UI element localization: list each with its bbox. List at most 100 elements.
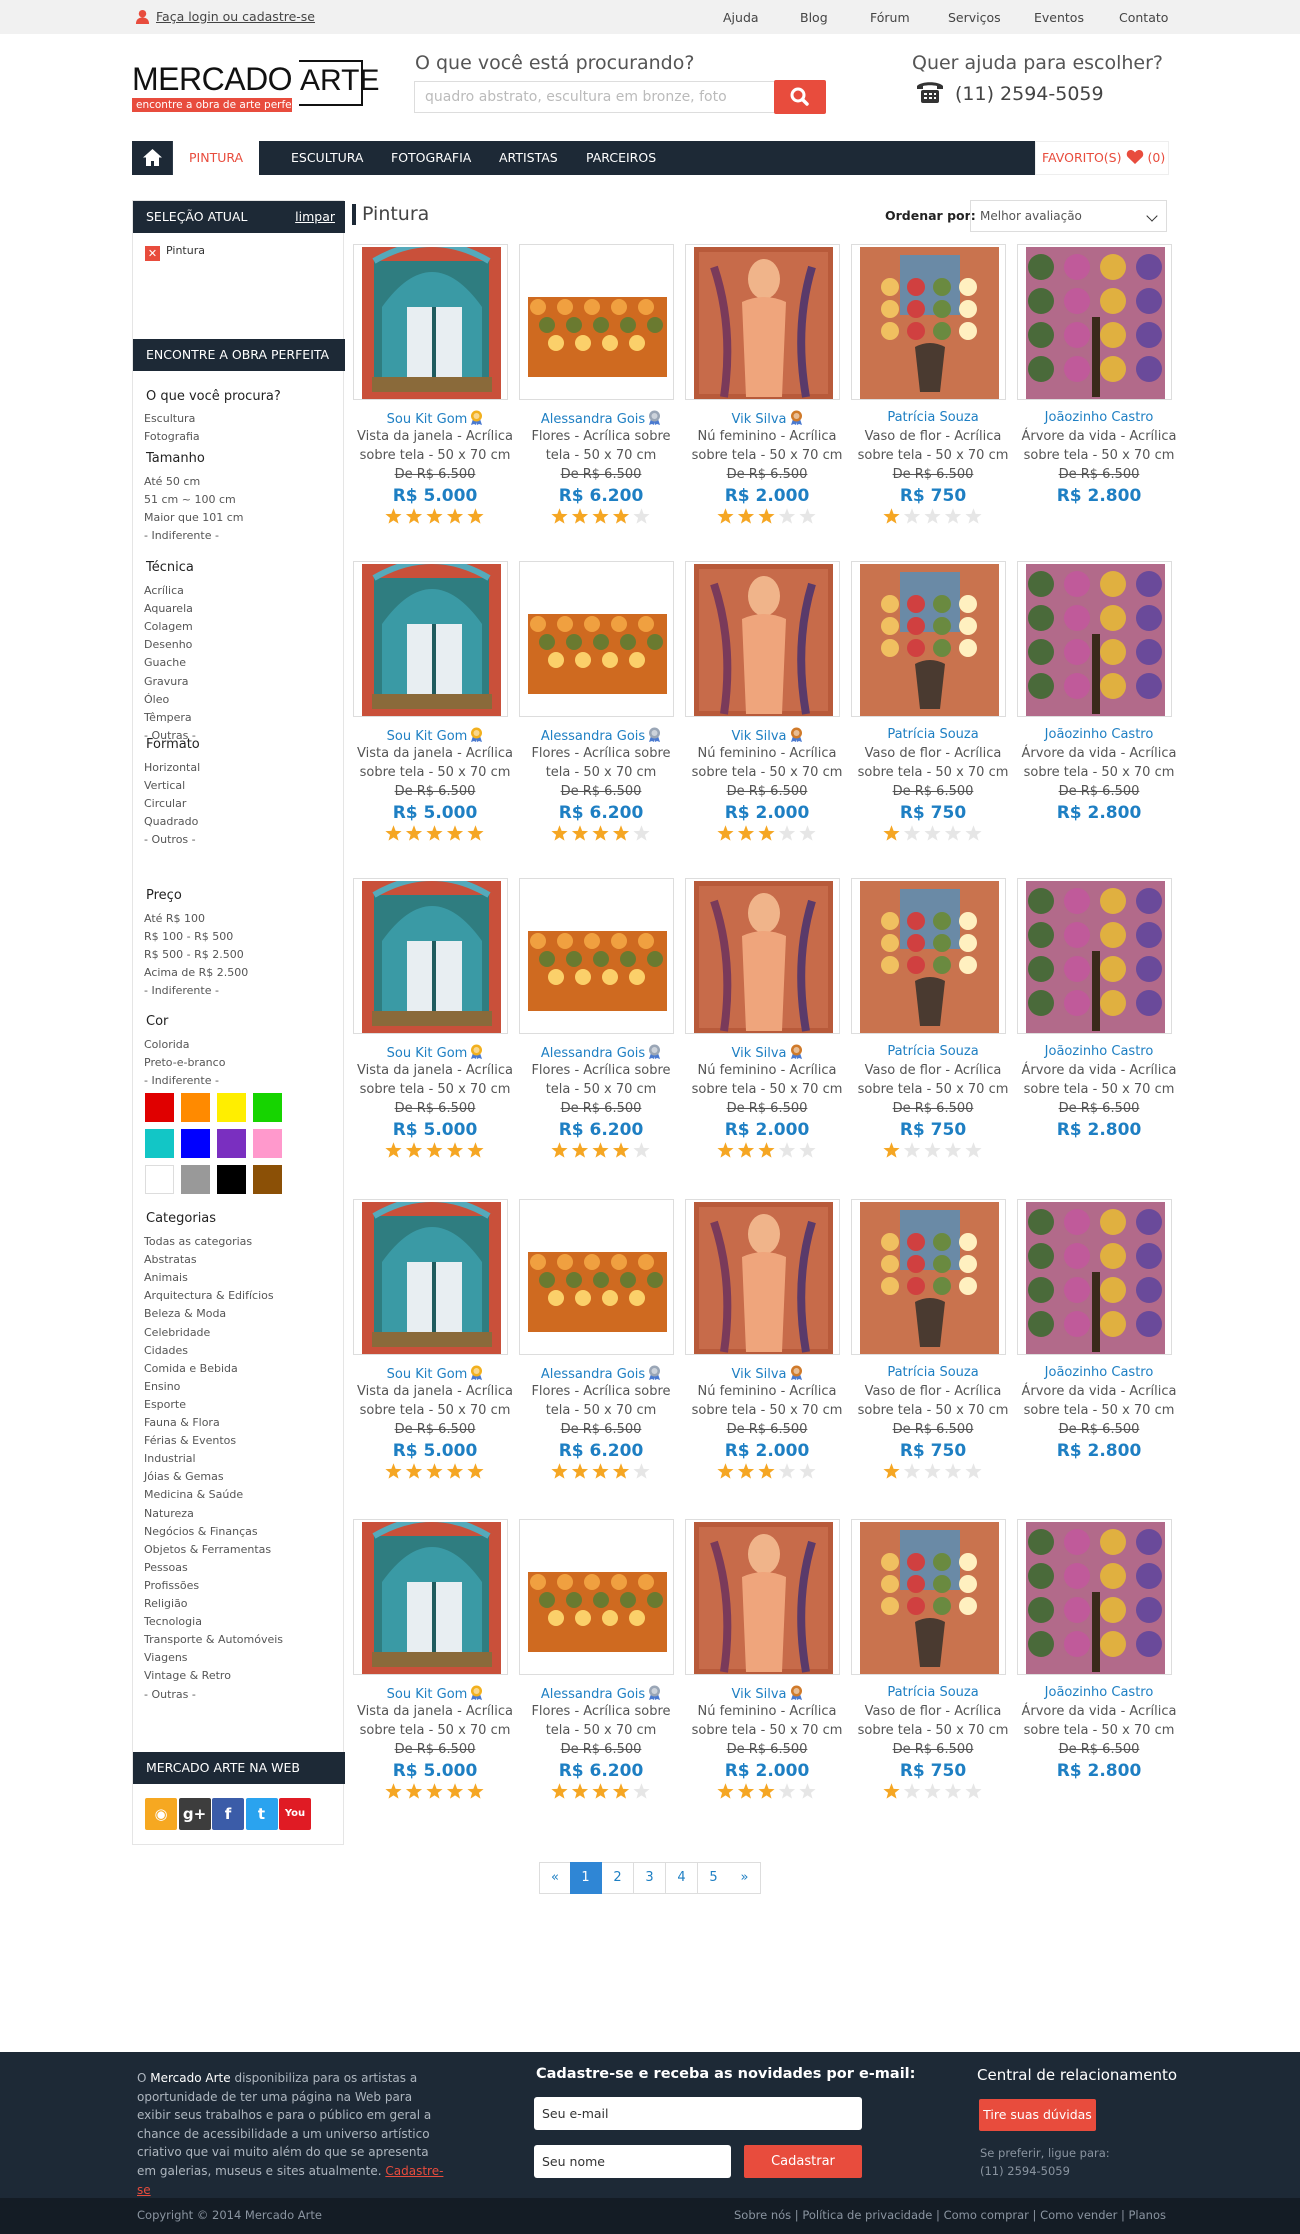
filter-option-transporte-automoveis[interactable]: Transporte & Automóveis: [144, 1633, 283, 1646]
artwork-title-line2[interactable]: sobre tela - 50 x 70 cm: [850, 765, 1016, 780]
color-swatch[interactable]: [217, 1093, 246, 1122]
artwork-title-line1[interactable]: Nú feminino - Acrílica: [684, 1704, 850, 1719]
artwork-title-line2[interactable]: sobre tela - 50 x 70 cm: [352, 1403, 518, 1418]
artist-name[interactable]: Joãozinho Castro: [1016, 1044, 1182, 1059]
filter-option-abstratas[interactable]: Abstratas: [144, 1253, 197, 1266]
artwork-image[interactable]: [362, 564, 501, 716]
artwork-title-line1[interactable]: Vista da janela - Acrílica: [352, 429, 518, 444]
artist-link[interactable]: Patrícia Souza: [887, 1685, 978, 1700]
nav-item-artistas[interactable]: ARTISTAS: [483, 141, 574, 175]
artwork-title-line1[interactable]: Nú feminino - Acrílica: [684, 1384, 850, 1399]
filter-option-profissoes[interactable]: Profissões: [144, 1579, 199, 1592]
artwork-image[interactable]: [528, 1522, 667, 1674]
artwork-title-line1[interactable]: Vaso de flor - Acrílica: [850, 1384, 1016, 1399]
selected-filter[interactable]: ✕ Pintura: [145, 244, 205, 261]
filter-option-celebridade[interactable]: Celebridade: [144, 1326, 210, 1339]
artist-name[interactable]: Patrícia Souza: [850, 410, 1016, 425]
artwork-frame[interactable]: [519, 878, 674, 1034]
artwork-frame[interactable]: [851, 561, 1006, 717]
filter-option-indiferente[interactable]: - Indiferente -: [144, 1074, 219, 1087]
filter-option-esporte[interactable]: Esporte: [144, 1398, 186, 1411]
filter-option-colagem[interactable]: Colagem: [144, 620, 193, 633]
artwork-title-line1[interactable]: Vista da janela - Acrílica: [352, 1063, 518, 1078]
artist-link[interactable]: Joãozinho Castro: [1045, 1044, 1154, 1059]
artist-name[interactable]: Vik Silva: [684, 1044, 850, 1061]
artwork-title-line1[interactable]: Vista da janela - Acrílica: [352, 1384, 518, 1399]
artist-link[interactable]: Vik Silva: [731, 1367, 786, 1382]
filter-option-acima-de-r-2-500[interactable]: Acima de R$ 2.500: [144, 966, 248, 979]
artist-name[interactable]: Joãozinho Castro: [1016, 727, 1182, 742]
artwork-title-line1[interactable]: Árvore da vida - Acrílica: [1016, 429, 1182, 444]
footer-link-como-vender[interactable]: Como vender: [1040, 2208, 1117, 2222]
filter-option-beleza-moda[interactable]: Beleza & Moda: [144, 1307, 226, 1320]
artwork-frame[interactable]: [851, 878, 1006, 1034]
artist-link[interactable]: Vik Silva: [731, 412, 786, 427]
filter-option-pessoas[interactable]: Pessoas: [144, 1561, 188, 1574]
top-link-contato[interactable]: Contato: [1119, 10, 1168, 25]
facebook-icon[interactable]: f: [212, 1798, 244, 1830]
artwork-title-line1[interactable]: Vaso de flor - Acrílica: [850, 746, 1016, 761]
filter-option-guache[interactable]: Guache: [144, 656, 186, 669]
artwork-frame[interactable]: [1017, 244, 1172, 400]
artwork-frame[interactable]: [1017, 878, 1172, 1034]
artist-name[interactable]: Alessandra Gois: [518, 1365, 684, 1382]
filter-option-acrilica[interactable]: Acrílica: [144, 584, 184, 597]
filter-option-ferias-eventos[interactable]: Férias & Eventos: [144, 1434, 236, 1447]
filter-option-r-500-r-2-500[interactable]: R$ 500 - R$ 2.500: [144, 948, 244, 961]
filter-option-51-cm-100-cm[interactable]: 51 cm ~ 100 cm: [144, 493, 236, 506]
artwork-image[interactable]: [860, 1202, 999, 1354]
artist-name[interactable]: Patrícia Souza: [850, 1044, 1016, 1059]
filter-option-gravura[interactable]: Gravura: [144, 675, 189, 688]
google-plus-icon[interactable]: g+: [178, 1798, 211, 1830]
filter-option-objetos-ferramentas[interactable]: Objetos & Ferramentas: [144, 1543, 271, 1556]
filter-option-industrial[interactable]: Industrial: [144, 1452, 196, 1465]
footer-link-planos[interactable]: Planos: [1129, 2208, 1167, 2222]
artwork-image[interactable]: [694, 1522, 833, 1674]
artwork-title-line2[interactable]: sobre tela - 50 x 70 cm: [352, 448, 518, 463]
artist-name[interactable]: Patrícia Souza: [850, 727, 1016, 742]
top-link-ajuda[interactable]: Ajuda: [723, 10, 759, 25]
page-button-next[interactable]: »: [729, 1862, 761, 1894]
artist-name[interactable]: Alessandra Gois: [518, 727, 684, 744]
artist-link[interactable]: Alessandra Gois: [541, 1367, 645, 1382]
filter-option-viagens[interactable]: Viagens: [144, 1651, 188, 1664]
nav-home[interactable]: [132, 141, 173, 175]
artwork-frame[interactable]: [519, 244, 674, 400]
artist-link[interactable]: Alessandra Gois: [541, 729, 645, 744]
artwork-frame[interactable]: [685, 244, 840, 400]
filter-option-tecnologia[interactable]: Tecnologia: [144, 1615, 202, 1628]
artwork-title-line2[interactable]: sobre tela - 50 x 70 cm: [684, 1403, 850, 1418]
artwork-image[interactable]: [694, 247, 833, 399]
artist-name[interactable]: Patrícia Souza: [850, 1365, 1016, 1380]
filter-option-horizontal[interactable]: Horizontal: [144, 761, 200, 774]
doubts-button[interactable]: Tire suas dúvidas: [979, 2099, 1096, 2131]
color-swatch[interactable]: [253, 1129, 282, 1158]
artwork-title-line1[interactable]: Vista da janela - Acrílica: [352, 1704, 518, 1719]
login-link[interactable]: Faça login ou cadastre-se: [135, 9, 315, 24]
filter-option-fotografia[interactable]: Fotografia: [144, 430, 200, 443]
color-swatch[interactable]: [253, 1165, 282, 1194]
artist-link[interactable]: Vik Silva: [731, 729, 786, 744]
artwork-title-line1[interactable]: Vaso de flor - Acrílica: [850, 1063, 1016, 1078]
sort-select[interactable]: Melhor avaliação: [970, 200, 1167, 232]
nav-item-pintura[interactable]: PINTURA: [173, 141, 260, 175]
artwork-title-line2[interactable]: tela - 50 x 70 cm: [518, 448, 684, 463]
artist-name[interactable]: Alessandra Gois: [518, 1044, 684, 1061]
artwork-title-line1[interactable]: Nú feminino - Acrílica: [684, 429, 850, 444]
filter-option-indiferente[interactable]: - Indiferente -: [144, 529, 219, 542]
artist-link[interactable]: Patrícia Souza: [887, 1365, 978, 1380]
artwork-title-line1[interactable]: Flores - Acrílica sobre: [518, 429, 684, 444]
artist-name[interactable]: Sou Kit Gom: [352, 410, 518, 427]
artist-name[interactable]: Alessandra Gois: [518, 410, 684, 427]
artwork-title-line1[interactable]: Flores - Acrílica sobre: [518, 1704, 684, 1719]
artwork-image[interactable]: [860, 881, 999, 1033]
artist-link[interactable]: Patrícia Souza: [887, 410, 978, 425]
page-button-1[interactable]: 1: [570, 1862, 602, 1894]
site-logo[interactable]: MERCADO ARTE encontre a obra de arte per…: [132, 57, 379, 115]
artist-name[interactable]: Joãozinho Castro: [1016, 1365, 1182, 1380]
artwork-title-line2[interactable]: sobre tela - 50 x 70 cm: [850, 1082, 1016, 1097]
artist-name[interactable]: Sou Kit Gom: [352, 727, 518, 744]
artwork-image[interactable]: [860, 1522, 999, 1674]
page-button-4[interactable]: 4: [666, 1862, 698, 1894]
filter-option-fauna-flora[interactable]: Fauna & Flora: [144, 1416, 220, 1429]
